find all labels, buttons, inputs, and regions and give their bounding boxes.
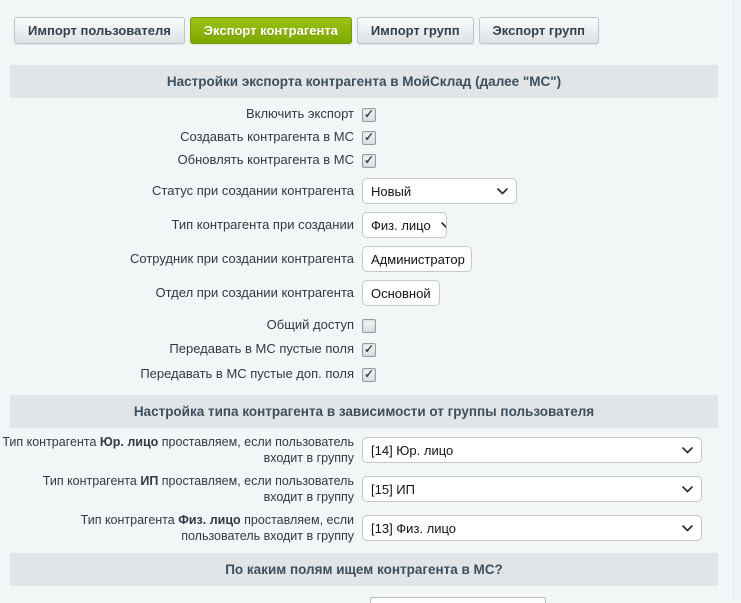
search-fields-listbox[interactable] xyxy=(370,597,546,603)
chevron-down-icon xyxy=(497,188,508,195)
chevron-down-icon xyxy=(682,486,693,493)
chevron-down-icon xyxy=(441,222,447,229)
section-title-search-fields: По каким полям ищем контрагента в МС? xyxy=(10,553,718,586)
send-empty-fields-checkbox[interactable] xyxy=(362,343,376,357)
select-value: [13] Физ. лицо xyxy=(371,521,456,536)
select-value: Новый xyxy=(371,184,411,199)
employee-select[interactable]: Администратор xyxy=(362,246,472,272)
department-select[interactable]: Основной xyxy=(362,280,440,306)
field-label: Отдел при создании контрагента xyxy=(0,285,362,302)
select-value: Администратор xyxy=(371,252,465,267)
update-counterparty-checkbox[interactable] xyxy=(362,154,376,168)
field-label: Передавать в МС пустые доп. поля xyxy=(0,366,362,383)
field-label: Тип контрагента Физ. лицо проставляем, е… xyxy=(0,512,362,545)
tab-export-counterparty[interactable]: Экспорт контрагента xyxy=(190,17,352,44)
row-update-counterparty: Обновлять контрагента в МС xyxy=(0,149,741,172)
group-jur-select[interactable]: [14] Юр. лицо xyxy=(362,437,702,463)
section-title-export-settings: Настройки экспорта контрагента в МойСкла… xyxy=(10,65,718,98)
status-select[interactable]: Новый xyxy=(362,178,517,204)
row-create-counterparty: Создавать контрагента в МС xyxy=(0,126,741,149)
row-send-empty-fields: Передавать в МС пустые поля xyxy=(0,338,741,361)
tab-import-user[interactable]: Импорт пользователя xyxy=(14,17,185,44)
field-label: Общий доступ xyxy=(0,317,362,334)
chevron-down-icon xyxy=(682,447,693,454)
tab-import-groups[interactable]: Импорт групп xyxy=(357,17,474,44)
field-label: Тип контрагента при создании xyxy=(0,217,362,234)
field-label: Тип контрагента ИП проставляем, если пол… xyxy=(0,473,362,506)
row-status: Статус при создании контрагента Новый xyxy=(0,174,741,208)
chevron-down-icon xyxy=(682,525,693,532)
shared-access-checkbox[interactable] xyxy=(362,319,376,333)
export-settings-rows: Включить экспорт Создавать контрагента в… xyxy=(0,103,741,386)
group-fiz-select[interactable]: [13] Физ. лицо xyxy=(362,515,702,541)
row-send-empty-custom-fields: Передавать в МС пустые доп. поля xyxy=(0,363,741,386)
row-group-fiz: Тип контрагента Физ. лицо проставляем, е… xyxy=(0,515,741,541)
send-empty-custom-fields-checkbox[interactable] xyxy=(362,368,376,382)
row-type: Тип контрагента при создании Физ. лицо xyxy=(0,208,741,242)
select-value: Физ. лицо xyxy=(371,218,431,233)
field-label: Обновлять контрагента в МС xyxy=(0,152,362,169)
select-value: [14] Юр. лицо xyxy=(371,443,453,458)
row-group-ip: Тип контрагента ИП проставляем, если пол… xyxy=(0,476,741,502)
tab-bar: Импорт пользователя Экспорт контрагента … xyxy=(14,17,599,44)
type-mapping-rows: Тип контрагента Юр. лицо проставляем, ес… xyxy=(0,428,741,541)
group-ip-select[interactable]: [15] ИП xyxy=(362,476,702,502)
row-group-jur: Тип контрагента Юр. лицо проставляем, ес… xyxy=(0,437,741,463)
row-department: Отдел при создании контрагента Основной xyxy=(0,276,741,310)
section-title-type-mapping: Настройка типа контрагента в зависимости… xyxy=(10,395,718,428)
field-label: Включить экспорт xyxy=(0,106,362,123)
settings-page: Импорт пользователя Экспорт контрагента … xyxy=(0,0,741,600)
field-label: Создавать контрагента в МС xyxy=(0,129,362,146)
field-label: Тип контрагента Юр. лицо проставляем, ес… xyxy=(0,434,362,467)
type-select[interactable]: Физ. лицо xyxy=(362,212,447,238)
enable-export-checkbox[interactable] xyxy=(362,108,376,122)
field-label: Статус при создании контрагента xyxy=(0,183,362,200)
field-label: Сотрудник при создании контрагента xyxy=(0,251,362,268)
field-label: Передавать в МС пустые поля xyxy=(0,341,362,358)
row-employee: Сотрудник при создании контрагента Админ… xyxy=(0,242,741,276)
row-enable-export: Включить экспорт xyxy=(0,103,741,126)
row-shared-access: Общий доступ xyxy=(0,314,741,337)
select-value: Основной xyxy=(371,286,431,301)
tab-export-groups[interactable]: Экспорт групп xyxy=(479,17,599,44)
create-counterparty-checkbox[interactable] xyxy=(362,131,376,145)
select-value: [15] ИП xyxy=(371,482,415,497)
